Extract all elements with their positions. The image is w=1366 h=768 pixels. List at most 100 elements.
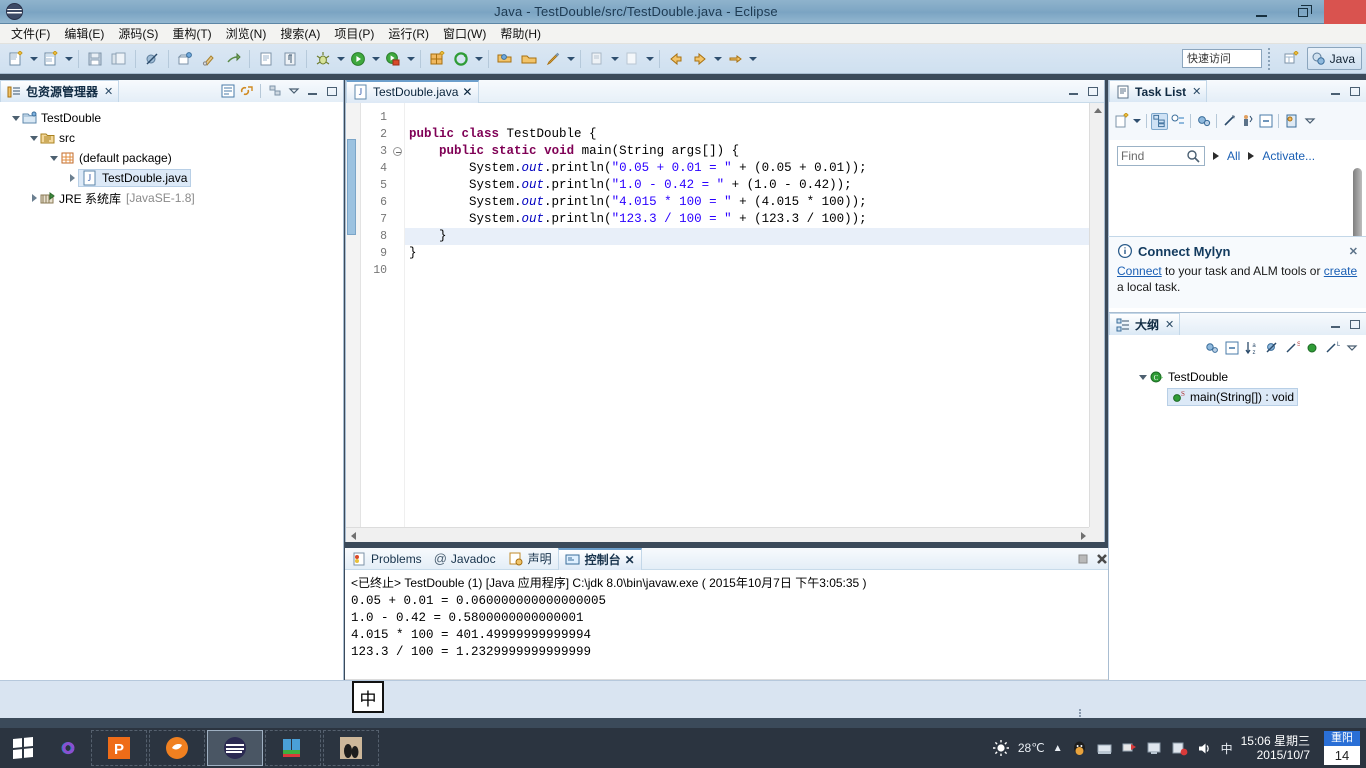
scroll-up-icon[interactable] — [1090, 103, 1105, 118]
quick-access-input[interactable]: 快速访问 — [1182, 49, 1262, 68]
expand-arrow-icon[interactable] — [28, 128, 40, 148]
next-annotation-icon[interactable] — [585, 47, 609, 71]
back-icon[interactable] — [664, 47, 688, 71]
view-menu-icon[interactable] — [1301, 113, 1318, 130]
debug-dropdown-icon[interactable] — [335, 47, 346, 71]
tree-node-testdouble-java[interactable]: J TestDouble.java — [0, 168, 343, 188]
mylyn-create-link[interactable]: create — [1324, 264, 1357, 278]
calendar-widget[interactable]: 重阳 14 — [1324, 731, 1360, 765]
task-repositories-icon[interactable] — [1283, 113, 1300, 130]
hide-local-types-icon[interactable]: L — [1323, 340, 1340, 357]
menu-run[interactable]: 运行(R) — [381, 23, 436, 44]
tab-task-list[interactable]: Task List ✕ — [1109, 80, 1208, 102]
hide-static-icon[interactable]: S — [1283, 340, 1300, 357]
refresh-icon[interactable] — [449, 47, 473, 71]
link-with-editor-icon[interactable] — [238, 83, 255, 100]
menu-navigate[interactable]: 浏览(N) — [219, 23, 274, 44]
run-icon[interactable] — [346, 47, 370, 71]
taskbar-app-wps-presentation[interactable]: P — [91, 730, 147, 766]
run-coverage-dropdown-icon[interactable] — [405, 47, 416, 71]
menu-search[interactable]: 搜索(A) — [273, 23, 327, 44]
categorized-presentation-icon[interactable] — [1151, 112, 1168, 130]
open-perspective-icon[interactable] — [1280, 49, 1302, 69]
previous-annotation-icon[interactable] — [620, 47, 644, 71]
terminate-icon[interactable] — [1074, 550, 1091, 567]
monitor-icon[interactable] — [1146, 740, 1163, 757]
close-icon[interactable]: ✕ — [625, 553, 635, 567]
tab-javadoc[interactable]: @ Javadoc — [428, 548, 502, 570]
menu-file[interactable]: 文件(F) — [4, 23, 57, 44]
antivirus-icon[interactable] — [1171, 740, 1188, 757]
collapse-all-icon[interactable] — [219, 83, 236, 100]
tab-problems[interactable]: Problems — [345, 548, 428, 570]
taskbar-clock[interactable]: 15:06 星期三 2015/10/7 — [1241, 734, 1310, 762]
build-icon[interactable] — [197, 47, 221, 71]
open-type-icon[interactable] — [254, 47, 278, 71]
qq-icon[interactable] — [1071, 740, 1088, 757]
tree-node-src[interactable]: src — [0, 128, 343, 148]
editor-vertical-scrollbar[interactable] — [1089, 103, 1104, 542]
sun-icon[interactable] — [992, 739, 1010, 757]
network-icon[interactable] — [1096, 740, 1113, 757]
activate-link[interactable]: Activate... — [1262, 149, 1315, 163]
close-icon[interactable]: ✕ — [1165, 318, 1174, 331]
view-menu-dropdown-icon[interactable] — [285, 83, 302, 100]
skip-breakpoints-icon[interactable] — [140, 47, 164, 71]
filter-expand-icon[interactable] — [1213, 152, 1219, 160]
taskbar-app-penguin-photo[interactable] — [323, 730, 379, 766]
expand-arrow-icon[interactable] — [1137, 367, 1149, 387]
close-icon[interactable]: ✕ — [462, 85, 472, 99]
resize-grip[interactable] — [1075, 708, 1085, 718]
expand-arrow-icon[interactable] — [66, 168, 78, 188]
outline-node-method[interactable]: S main(String[]) : void — [1109, 387, 1366, 407]
menu-project[interactable]: 项目(P) — [327, 23, 381, 44]
search-icon[interactable] — [1185, 148, 1201, 164]
flag-icon[interactable] — [1121, 740, 1138, 757]
tree-node-jre-library[interactable]: JRE 系统库 [JavaSE-1.8] — [0, 188, 343, 208]
open-type-search-icon[interactable] — [493, 47, 517, 71]
paragraph-marks-icon[interactable] — [278, 47, 302, 71]
hide-non-public-icon[interactable] — [1303, 340, 1320, 357]
focus-on-active-task-icon[interactable] — [1203, 340, 1220, 357]
expand-arrow-icon[interactable] — [28, 188, 40, 208]
collapse-all-icon[interactable] — [1223, 340, 1240, 357]
save-icon[interactable] — [83, 47, 107, 71]
focus-on-workweek-icon[interactable] — [1221, 113, 1238, 130]
menu-window[interactable]: 窗口(W) — [436, 23, 493, 44]
run-dropdown-icon[interactable] — [370, 47, 381, 71]
taskview-button[interactable] — [46, 728, 90, 768]
minimize-window-button[interactable] — [1240, 0, 1282, 24]
show-hidden-icons-icon[interactable]: ▲ — [1053, 743, 1063, 754]
menu-source[interactable]: 源码(S) — [111, 23, 165, 44]
selected-method-row[interactable]: S main(String[]) : void — [1167, 388, 1299, 406]
volume-icon[interactable] — [1196, 740, 1213, 757]
scheduled-presentation-icon[interactable] — [1169, 113, 1186, 130]
maximize-icon[interactable] — [1346, 316, 1363, 333]
tab-outline[interactable]: 大纲 ✕ — [1109, 313, 1181, 335]
minimize-icon[interactable] — [1327, 316, 1344, 333]
annotation-ruler[interactable] — [346, 103, 361, 542]
expand-arrow-icon[interactable] — [48, 148, 60, 168]
activate-expand-icon[interactable] — [1248, 152, 1255, 160]
expand-arrow-icon[interactable] — [10, 108, 22, 128]
build-all-icon[interactable] — [221, 47, 245, 71]
close-icon[interactable]: ✕ — [104, 85, 113, 98]
selected-file-row[interactable]: J TestDouble.java — [78, 169, 192, 187]
new-java-class-dropdown-icon[interactable] — [63, 47, 74, 71]
minimize-icon[interactable] — [1327, 83, 1344, 100]
tree-node-default-package[interactable]: (default package) — [0, 148, 343, 168]
previous-annotation-dropdown-icon[interactable] — [644, 47, 655, 71]
close-window-button[interactable] — [1324, 0, 1366, 24]
debug-icon[interactable] — [311, 47, 335, 71]
menu-edit[interactable]: 编辑(E) — [57, 23, 111, 44]
find-input[interactable]: Find — [1117, 146, 1205, 166]
last-edit-dropdown-icon[interactable] — [565, 47, 576, 71]
collapse-all-icon[interactable] — [1257, 113, 1274, 130]
refresh-dropdown-icon[interactable] — [473, 47, 484, 71]
mylyn-connect-link[interactable]: Connect — [1117, 264, 1162, 278]
close-icon[interactable]: ✕ — [1349, 245, 1358, 258]
editor-horizontal-scrollbar[interactable] — [346, 527, 1091, 542]
tree-node-testdouble[interactable]: TestDouble — [0, 108, 343, 128]
filter-all-link[interactable]: All — [1227, 149, 1240, 163]
close-icon[interactable]: ✕ — [1192, 85, 1201, 98]
